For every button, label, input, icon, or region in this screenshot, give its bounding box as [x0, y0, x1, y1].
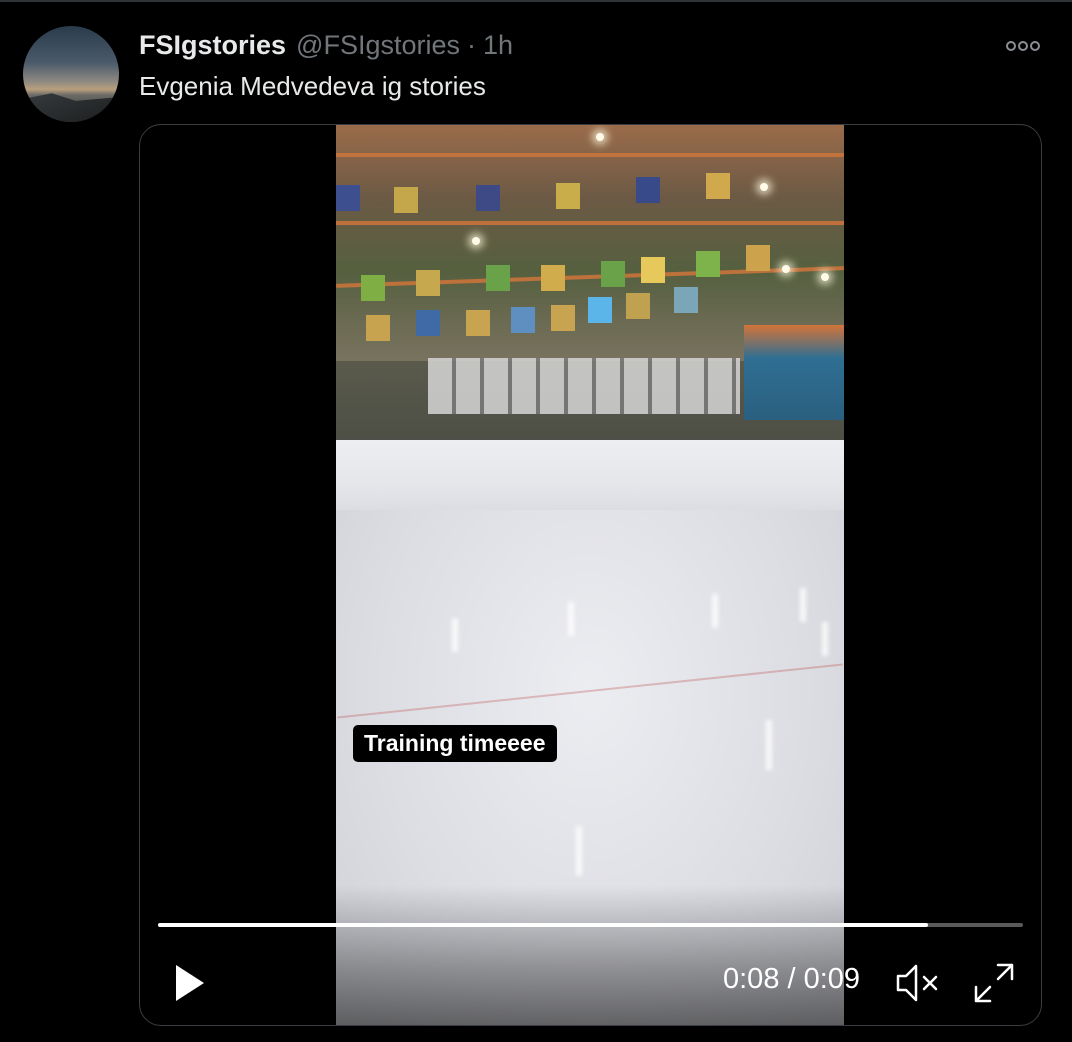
ice-resurfacer — [744, 325, 844, 420]
avatar-image — [23, 93, 119, 122]
tweet-text: Evgenia Medvedeva ig stories — [139, 71, 486, 101]
display-name[interactable]: FSIgstories — [139, 30, 286, 61]
rink-banner — [428, 358, 740, 414]
video-progress-bar[interactable] — [158, 923, 1023, 927]
video-progress-fill — [158, 923, 928, 927]
play-icon — [176, 965, 204, 1001]
video-player[interactable]: Training timeeee 0:08 / 0:09 — [139, 124, 1042, 1026]
mute-button[interactable] — [892, 961, 942, 1005]
header-separator: · — [467, 30, 476, 60]
rink-boards — [336, 440, 844, 515]
video-timecode: 0:08 / 0:09 — [723, 963, 861, 995]
story-caption: Training timeeee — [353, 725, 557, 762]
tweet-timestamp[interactable]: 1h — [483, 30, 513, 61]
avatar[interactable] — [23, 26, 119, 122]
controls-gradient — [336, 885, 844, 1025]
play-button[interactable] — [170, 961, 210, 1005]
more-horizontal-icon — [1006, 41, 1040, 51]
user-handle[interactable]: @FSIgstories — [296, 30, 460, 61]
video-frame[interactable] — [336, 125, 844, 1025]
tweet-header: FSIgstories @FSIgstories · 1h — [139, 30, 513, 60]
fullscreen-icon — [974, 963, 1014, 1003]
more-button[interactable] — [1003, 36, 1043, 56]
fullscreen-button[interactable] — [972, 961, 1016, 1005]
tweet[interactable]: FSIgstories @FSIgstories · 1h Evgenia Me… — [0, 0, 1072, 1042]
volume-muted-icon — [896, 964, 938, 1002]
